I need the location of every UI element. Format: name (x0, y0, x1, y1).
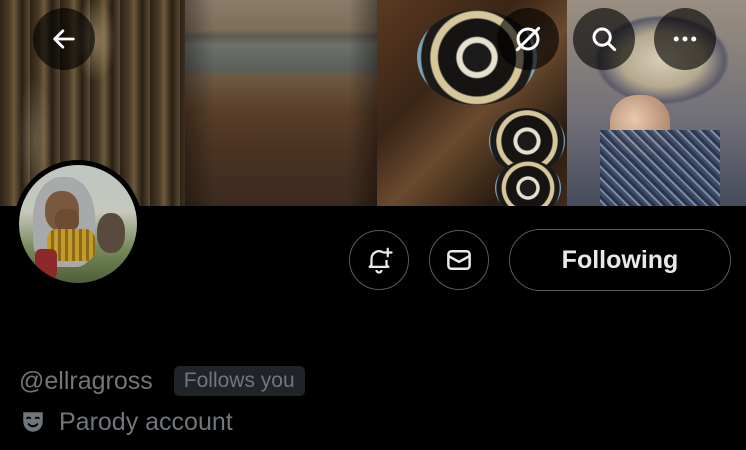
parody-account-row: Parody account (19, 405, 233, 439)
more-button[interactable] (654, 8, 716, 70)
notifications-button[interactable] (349, 230, 409, 290)
search-icon (592, 27, 617, 52)
more-horizontal-icon (673, 36, 697, 42)
user-handle: @ellragross (19, 366, 153, 395)
following-button[interactable]: Following (509, 229, 731, 291)
parody-account-label: Parody account (59, 407, 233, 436)
arrow-left-icon (53, 29, 75, 49)
butterfly-eyespot (495, 160, 561, 206)
follows-you-badge: Follows you (173, 366, 305, 396)
banner-shirt (600, 130, 720, 206)
profile-screen: Following @ellragross Follows you Parody… (0, 0, 746, 450)
following-label: Following (561, 245, 679, 274)
envelope-icon (447, 250, 471, 270)
bell-plus-icon (368, 247, 393, 274)
translate-button[interactable] (497, 8, 559, 70)
avatar[interactable] (14, 160, 142, 288)
message-button[interactable] (429, 230, 489, 290)
avatar-image (19, 165, 137, 283)
translate-off-icon (515, 26, 541, 52)
back-button[interactable] (33, 8, 95, 70)
search-button[interactable] (573, 8, 635, 70)
theater-mask-icon (19, 408, 47, 436)
handle-row: @ellragross Follows you (19, 364, 305, 398)
banner-panel-2 (185, 0, 377, 206)
